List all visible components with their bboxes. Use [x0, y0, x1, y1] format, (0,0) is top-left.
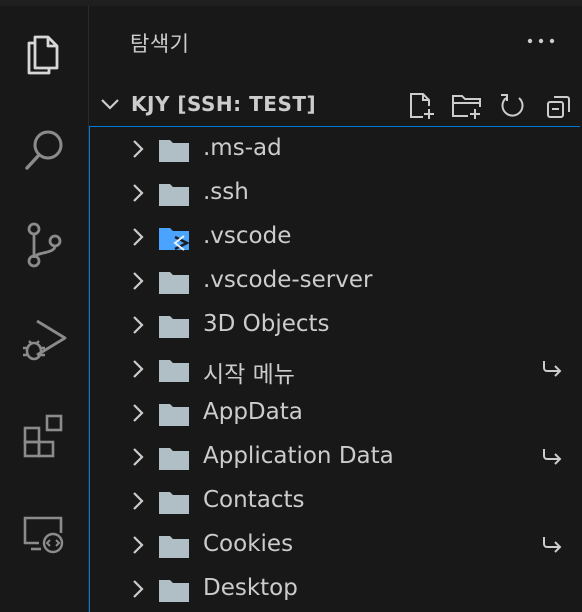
folder-icon	[159, 272, 189, 294]
chevron-right-icon	[133, 140, 144, 158]
chevron-right-icon	[133, 228, 144, 246]
tree-item[interactable]: Cookies	[90, 523, 580, 567]
refresh-button[interactable]	[496, 89, 530, 123]
file-tree: .ms-ad .ssh .vscode .vscode-server 3D Object…	[89, 126, 580, 612]
chevron-right-icon	[133, 492, 144, 510]
chevron-right-icon	[133, 448, 144, 466]
new-file-button[interactable]	[404, 89, 438, 123]
folder-icon	[159, 140, 189, 162]
sidebar-title: 탐색기	[130, 32, 190, 56]
folder-icon	[159, 492, 189, 514]
activity-bar	[0, 6, 89, 612]
folder-icon	[159, 580, 189, 602]
tree-item[interactable]: .vscode-server	[90, 259, 580, 303]
explorer-icon	[27, 35, 59, 75]
folder-icon	[159, 316, 189, 338]
folder-icon	[159, 404, 189, 426]
extensions-icon	[23, 414, 63, 458]
tree-item-label: AppData	[203, 399, 303, 425]
folder-icon	[159, 184, 189, 206]
chevron-right-icon	[133, 316, 144, 334]
section-actions	[404, 89, 576, 123]
folder-icon	[159, 448, 189, 470]
extensions-button[interactable]	[0, 392, 88, 480]
collapse-all-icon	[547, 96, 570, 118]
tree-item-label: Cookies	[203, 531, 294, 557]
chevron-right-icon	[133, 536, 144, 554]
symlink-arrow-icon	[543, 361, 562, 377]
chevron-right-icon	[133, 360, 144, 378]
new-folder-button[interactable]	[450, 89, 484, 123]
tree-item[interactable]: Contacts	[90, 479, 580, 523]
vscode-folder-icon	[159, 228, 190, 251]
tree-item[interactable]: Application Data	[90, 435, 580, 479]
tree-item-label: .vscode-server	[203, 267, 373, 293]
tree-item[interactable]: .vscode	[90, 215, 580, 259]
source-control-button[interactable]	[0, 200, 88, 288]
more-actions-button[interactable]	[524, 24, 558, 58]
tree-item-label: .vscode	[203, 223, 292, 249]
tree-item[interactable]: .ms-ad	[90, 127, 580, 171]
tree-item[interactable]: AppData	[90, 391, 580, 435]
explorer-sidebar: 탐색기 KJY [SSH: TEST] .ms-ad .ssh .vscode …	[89, 6, 582, 612]
tree-item-label: .ssh	[203, 179, 249, 205]
tree-item-label: 3D Objects	[203, 311, 330, 337]
tree-item-label: Contacts	[203, 487, 305, 513]
chevron-right-icon	[133, 580, 144, 598]
tree-item[interactable]: 시작 메뉴	[90, 347, 580, 391]
tree-item[interactable]: Desktop	[90, 567, 580, 611]
new-folder-icon	[452, 95, 481, 119]
workspace-title: KJY [SSH: TEST]	[131, 92, 317, 116]
refresh-icon	[501, 94, 524, 117]
tree-item[interactable]: .ssh	[90, 171, 580, 215]
remote-explorer-icon	[23, 516, 64, 554]
search-icon	[25, 130, 63, 170]
symlink-arrow-icon	[543, 537, 562, 553]
tree-item-label: Desktop	[203, 575, 298, 601]
chevron-down-icon	[101, 99, 119, 110]
chevron-right-icon	[133, 272, 144, 290]
search-button[interactable]	[0, 106, 88, 194]
symlink-arrow-icon	[543, 449, 562, 465]
tree-item[interactable]: 3D Objects	[90, 303, 580, 347]
run-debug-button[interactable]	[0, 296, 88, 384]
tree-item-label: 시작 메뉴	[203, 362, 295, 388]
tree-item-label: Application Data	[203, 443, 394, 469]
more-icon	[527, 38, 555, 44]
tree-item-label: .ms-ad	[203, 135, 282, 161]
source-control-icon	[27, 222, 62, 268]
folder-icon	[159, 360, 189, 382]
workspace-section-header[interactable]: KJY [SSH: TEST]	[89, 80, 582, 126]
explorer-button[interactable]	[0, 8, 88, 96]
new-file-icon	[410, 93, 434, 119]
chevron-right-icon	[133, 404, 144, 422]
run-debug-icon	[23, 319, 67, 361]
remote-explorer-button[interactable]	[0, 490, 88, 578]
collapse-all-button[interactable]	[542, 89, 576, 123]
chevron-right-icon	[133, 184, 144, 202]
folder-icon	[159, 536, 189, 558]
